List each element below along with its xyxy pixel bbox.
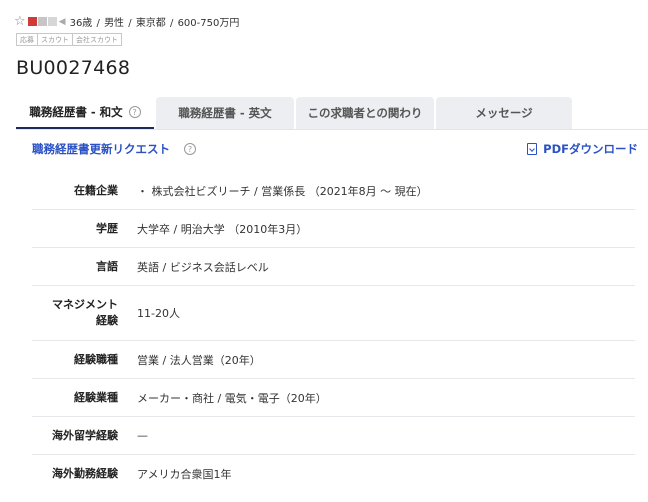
tab-messages[interactable]: メッセージ [436,97,572,129]
candidate-summary: ☆ ◀︎ 36歳 / 男性 / 東京都 / 600-750万円 [14,14,240,29]
row-job-type: 経験職種 営業 / 法人営業（20年） [32,341,635,379]
row-label: 海外勤務経験 [52,467,118,480]
user-id: BU0027468 [16,57,131,79]
row-current-company: 在籍企業 ・ 株式会社ビズリーチ / 営業係長 （2021年8月 〜 現在） [32,172,635,210]
help-icon[interactable]: ? [128,106,141,118]
row-label: 在籍企業 [74,183,118,197]
grey-status-icon [37,17,47,26]
tab-resume-japanese[interactable]: 職務経歴書 - 和文 ? [16,97,154,129]
tab-label: この求職者との関わり [307,106,423,120]
gender: 男性 [104,18,125,29]
row-value: ・ 株式会社ビズリーチ / 営業係長 （2021年8月 〜 現在） [137,184,428,198]
request-label: 職務経歴書更新リクエスト [32,142,170,156]
grey-status-icon [47,17,57,26]
tabs-divider [16,129,648,130]
salary-range: 600-750万円 [177,18,240,29]
separator: / [96,18,104,29]
action-row: 職務経歴書更新リクエスト ? PDFダウンロード [32,141,638,157]
help-icon[interactable]: ? [184,143,196,155]
row-label: 海外留学経験 [52,428,118,442]
location: 東京都 [135,18,166,29]
row-language: 言語 英語 / ビジネス会話レベル [32,248,635,286]
row-label-line: 経験 [96,314,118,327]
tab-label: メッセージ [475,106,533,120]
row-label: 言語 [96,259,118,273]
status-icons: ◀︎ [27,16,66,27]
tab-label: 職務経歴書 - 和文 [29,105,123,119]
row-value: 営業 / 法人営業（20年） [137,353,261,367]
row-label-line: マネジメント [52,298,118,311]
tab-resume-english[interactable]: 職務経歴書 - 英文 [156,97,294,129]
profile-info: 36歳 / 男性 / 東京都 / 600-750万円 [70,14,241,29]
separator: / [170,18,177,29]
tag-company-scout: 会社スカウト [72,33,122,46]
row-label: 経験業種 [74,390,118,404]
tag-scout: スカウト [37,33,73,46]
row-value: — [137,429,148,442]
channel-tags: 応募 スカウト 会社スカウト [16,33,122,46]
row-study-abroad: 海外留学経験 — [32,417,635,455]
row-overseas-work: 海外勤務経験 アメリカ合衆国1年 [32,455,635,493]
tab-label: 職務経歴書 - 英文 [178,106,272,120]
tag-application: 応募 [16,33,38,46]
row-label: マネジメント 経験 [32,297,118,329]
resume-update-request-link[interactable]: 職務経歴書更新リクエスト ? [32,141,196,157]
pdf-label: PDFダウンロード [543,142,638,156]
download-file-icon [527,143,538,155]
tab-relationship[interactable]: この求職者との関わり [296,97,434,129]
row-value: 11-20人 [137,307,180,320]
tab-bar: 職務経歴書 - 和文 ? 職務経歴書 - 英文 この求職者との関わり メッセージ [16,97,572,129]
row-value: アメリカ合衆国1年 [137,468,232,481]
profile-table: 在籍企業 ・ 株式会社ビズリーチ / 営業係長 （2021年8月 〜 現在） 学… [32,172,635,493]
pdf-download-link[interactable]: PDFダウンロード [527,141,638,157]
row-industry: 経験業種 メーカー・商社 / 電気・電子（20年） [32,379,635,417]
row-education: 学歴 大学卒 / 明治大学 （2010年3月） [32,210,635,248]
row-value: 大学卒 / 明治大学 （2010年3月） [137,222,308,236]
separator: / [128,18,135,29]
red-flag-icon [27,17,37,26]
row-value: 英語 / ビジネス会話レベル [137,260,269,274]
star-outline-icon[interactable]: ☆ [14,15,26,28]
row-value: メーカー・商社 / 電気・電子（20年） [137,391,327,405]
age: 36歳 [69,18,93,29]
row-label: 経験職種 [74,352,118,366]
row-management-experience: マネジメント 経験 11-20人 [32,286,635,341]
row-label: 学歴 [96,221,118,235]
speaker-icon: ◀︎ [58,16,66,27]
